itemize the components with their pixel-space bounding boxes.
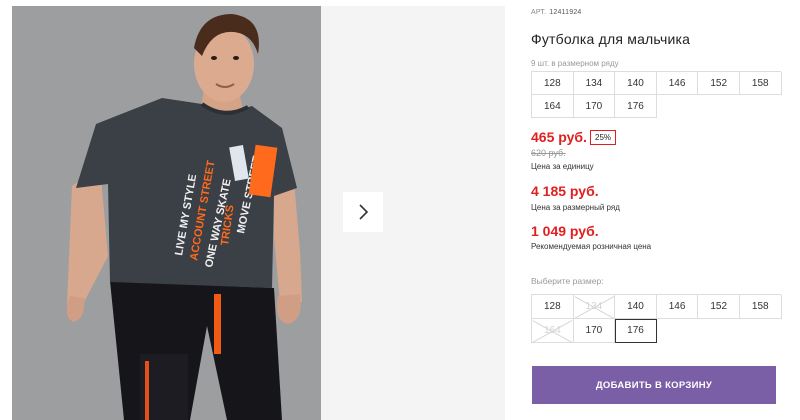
add-to-cart-button[interactable]: ДОБАВИТЬ В КОРЗИНУ [532, 366, 776, 404]
size-option-158[interactable]: 158 [739, 295, 782, 319]
unit-price-note: Цена за единицу [531, 162, 594, 171]
size-option-164: 164 [532, 319, 574, 343]
choose-size-label: Выберите размер: [531, 276, 604, 286]
size-option-128[interactable]: 128 [532, 295, 574, 319]
pack-size-cell: 152 [698, 72, 740, 95]
size-option-152[interactable]: 152 [698, 295, 740, 319]
recommended-retail-price: 1 049 руб. [531, 223, 599, 239]
size-option-146[interactable]: 146 [656, 295, 699, 319]
sku-value: 12411924 [549, 9, 582, 16]
pack-size-cell: 128 [532, 72, 574, 95]
pack-size-grid: 128 134 140 146 152 158 164 170 176 [531, 71, 782, 118]
product-gallery: LIVE MY STYLE ACCOUNT STREET ONE WAY SKA… [0, 0, 505, 420]
chevron-right-icon [359, 204, 369, 220]
product-photo[interactable]: LIVE MY STYLE ACCOUNT STREET ONE WAY SKA… [12, 6, 321, 420]
pack-size-cell: 146 [656, 72, 699, 95]
product-title: Футболка для мальчика [531, 31, 691, 47]
sku-label: АРТ. [531, 9, 547, 16]
old-price: 620 руб. [531, 148, 566, 158]
size-option-134: 134 [573, 295, 616, 319]
pack-price: 4 185 руб. [531, 183, 599, 199]
product-sku: АРТ. 12411924 [531, 9, 582, 16]
boy-in-tshirt-image: LIVE MY STYLE ACCOUNT STREET ONE WAY SKA… [12, 6, 321, 420]
pack-price-note: Цена за размерный ряд [531, 203, 620, 212]
pack-size-cell: 170 [573, 95, 616, 118]
size-option-140[interactable]: 140 [615, 295, 657, 319]
next-image-button[interactable] [343, 192, 383, 232]
unit-price: 465 руб. [531, 129, 587, 145]
product-info: АРТ. 12411924 Футболка для мальчика 9 шт.… [531, 0, 800, 420]
size-option-176[interactable]: 176 [615, 319, 657, 343]
size-option-170[interactable]: 170 [573, 319, 616, 343]
pack-size-cell: 158 [739, 72, 782, 95]
pack-size-cell: 164 [532, 95, 574, 118]
size-selector: 128 134 140 146 152 158 164 170 176 [531, 294, 782, 343]
pack-size-note: 9 шт. в размерном ряду [531, 59, 619, 68]
pack-size-cell: 140 [615, 72, 657, 95]
pack-size-cell: 134 [573, 72, 616, 95]
discount-badge: 25% [590, 130, 617, 145]
pack-size-cell: 176 [615, 95, 657, 118]
recommended-retail-price-note: Рекомендуемая розничная цена [531, 242, 652, 251]
